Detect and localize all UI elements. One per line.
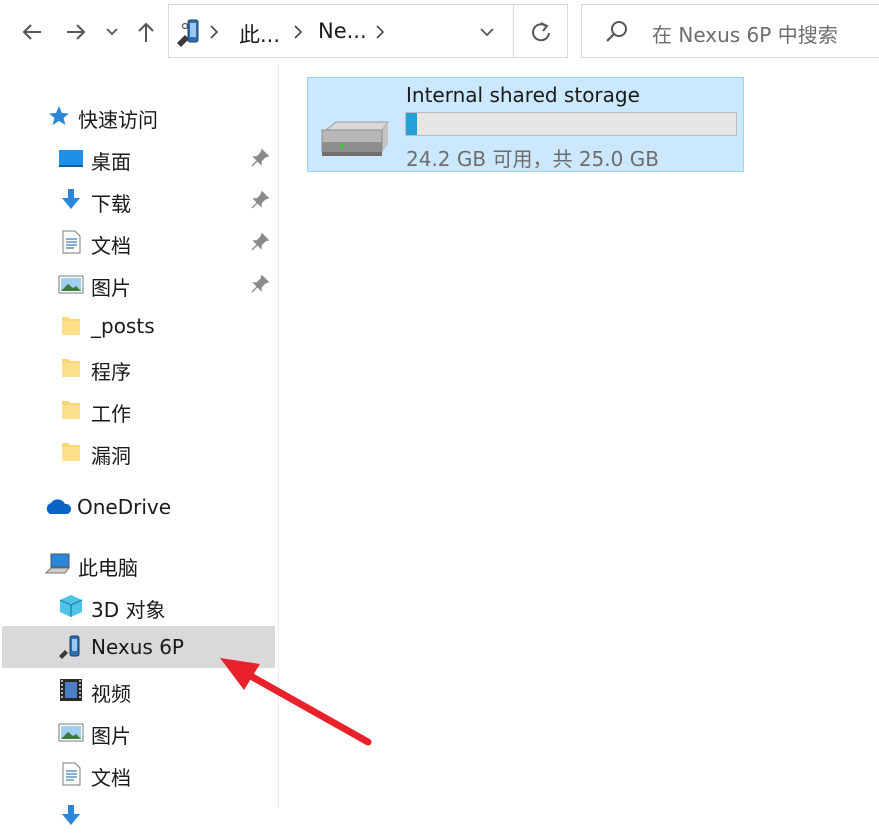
sidebar-item-label: _posts — [91, 314, 155, 338]
video-icon — [60, 679, 82, 701]
sidebar-item-vulnerabilities[interactable]: 漏洞 — [2, 431, 275, 473]
folder-icon — [62, 443, 80, 461]
document-icon — [62, 762, 81, 786]
arrow-right-icon — [67, 24, 86, 40]
sidebar-item-label: 下载 — [91, 192, 131, 216]
sidebar-item-nexus-6p[interactable]: Nexus 6P — [2, 626, 275, 668]
pin-icon[interactable] — [250, 190, 270, 210]
sidebar-item-work[interactable]: 工作 — [2, 389, 275, 431]
phone-icon — [59, 635, 80, 659]
search-input[interactable]: 在 Nexus 6P 中搜索 — [652, 19, 838, 48]
sidebar-item-videos[interactable]: 视频 — [2, 669, 275, 711]
sidebar-item-label: 文档 — [91, 766, 131, 790]
sidebar-item-programs[interactable]: 程序 — [2, 347, 275, 389]
chevron-right-icon[interactable] — [373, 22, 387, 42]
pin-icon[interactable] — [250, 232, 270, 252]
sidebar-item-label: 3D 对象 — [91, 598, 166, 622]
document-icon — [62, 230, 81, 254]
cloud-icon — [46, 499, 72, 514]
chevron-down-icon[interactable] — [475, 21, 499, 43]
sidebar-item-posts[interactable]: _posts — [2, 305, 275, 347]
sidebar-item-documents-pc[interactable]: 文档 — [2, 753, 275, 795]
navigation-toolbar: 此... Ne... 在 Nexus 6P 中搜索 — [0, 0, 879, 64]
sidebar-item-label: OneDrive — [77, 495, 172, 519]
folder-icon — [62, 401, 80, 419]
picture-icon — [58, 723, 84, 742]
storage-free-space: 24.2 GB 可用，共 25.0 GB — [406, 147, 659, 171]
chevron-right-icon[interactable] — [291, 22, 305, 42]
sidebar-item-label: 文档 — [91, 234, 131, 258]
chevron-down-icon — [106, 28, 118, 36]
sidebar-item-partial[interactable] — [2, 795, 275, 837]
capacity-fill — [406, 113, 417, 135]
drive-icon — [321, 121, 389, 156]
breadcrumb-this-pc[interactable]: 此... — [239, 19, 280, 49]
sidebar-item-pictures[interactable]: 图片 — [2, 263, 275, 305]
folder-icon — [62, 359, 80, 377]
back-button[interactable] — [16, 14, 48, 50]
search-box[interactable]: 在 Nexus 6P 中搜索 — [581, 4, 879, 58]
sidebar-item-pictures-pc[interactable]: 图片 — [2, 711, 275, 753]
storage-tile-internal[interactable]: Internal shared storage 24.2 GB 可用，共 25.… — [307, 77, 744, 172]
pin-icon[interactable] — [250, 274, 270, 294]
folder-icon — [62, 317, 80, 335]
sidebar-item-3d-objects[interactable]: 3D 对象 — [2, 585, 275, 627]
picture-icon — [58, 275, 84, 294]
pin-icon[interactable] — [250, 148, 270, 168]
search-icon — [606, 21, 627, 42]
sidebar-item-label: 漏洞 — [91, 444, 131, 468]
sidebar-item-desktop[interactable]: 桌面 — [2, 137, 275, 179]
up-button[interactable] — [130, 14, 162, 50]
arrow-up-icon — [138, 22, 154, 42]
refresh-icon[interactable] — [524, 17, 558, 47]
sidebar-item-label: 图片 — [91, 276, 131, 300]
sidebar-item-onedrive[interactable]: OneDrive — [2, 486, 275, 528]
sidebar-item-label: 视频 — [91, 682, 131, 706]
sidebar-item-label: Nexus 6P — [91, 635, 184, 659]
cube-icon — [59, 595, 83, 617]
desktop-icon — [59, 150, 83, 167]
capacity-bar — [405, 112, 737, 136]
address-divider — [513, 5, 514, 57]
phone-icon — [177, 19, 199, 47]
breadcrumb-nexus[interactable]: Ne... — [318, 19, 367, 43]
sidebar-item-downloads[interactable]: 下载 — [2, 179, 275, 221]
storage-name: Internal shared storage — [406, 83, 640, 107]
file-view: Internal shared storage 24.2 GB 可用，共 25.… — [279, 64, 879, 808]
sidebar-item-label: 桌面 — [91, 150, 131, 174]
sidebar-item-label: 程序 — [91, 360, 131, 384]
arrow-left-icon — [22, 24, 41, 40]
navigation-pane: 快速访问 桌面 下载 文档 图片 _posts 程序 工作 漏洞 OneDriv… — [0, 64, 278, 825]
recent-locations-button[interactable] — [98, 14, 126, 50]
computer-icon — [45, 553, 71, 574]
star-icon — [49, 106, 69, 125]
sidebar-item-documents[interactable]: 文档 — [2, 221, 275, 263]
sidebar-item-label: 工作 — [91, 402, 131, 426]
sidebar-item-label: 图片 — [91, 724, 131, 748]
sidebar-item-quick-access[interactable]: 快速访问 — [2, 95, 275, 137]
forward-button[interactable] — [60, 14, 92, 50]
download-icon — [62, 189, 80, 209]
sidebar-item-label: 快速访问 — [78, 108, 158, 132]
chevron-right-icon — [210, 25, 219, 39]
address-bar[interactable]: 此... Ne... — [168, 4, 568, 58]
sidebar-item-label: 此电脑 — [78, 556, 138, 580]
sidebar-item-this-pc[interactable]: 此电脑 — [2, 543, 275, 585]
